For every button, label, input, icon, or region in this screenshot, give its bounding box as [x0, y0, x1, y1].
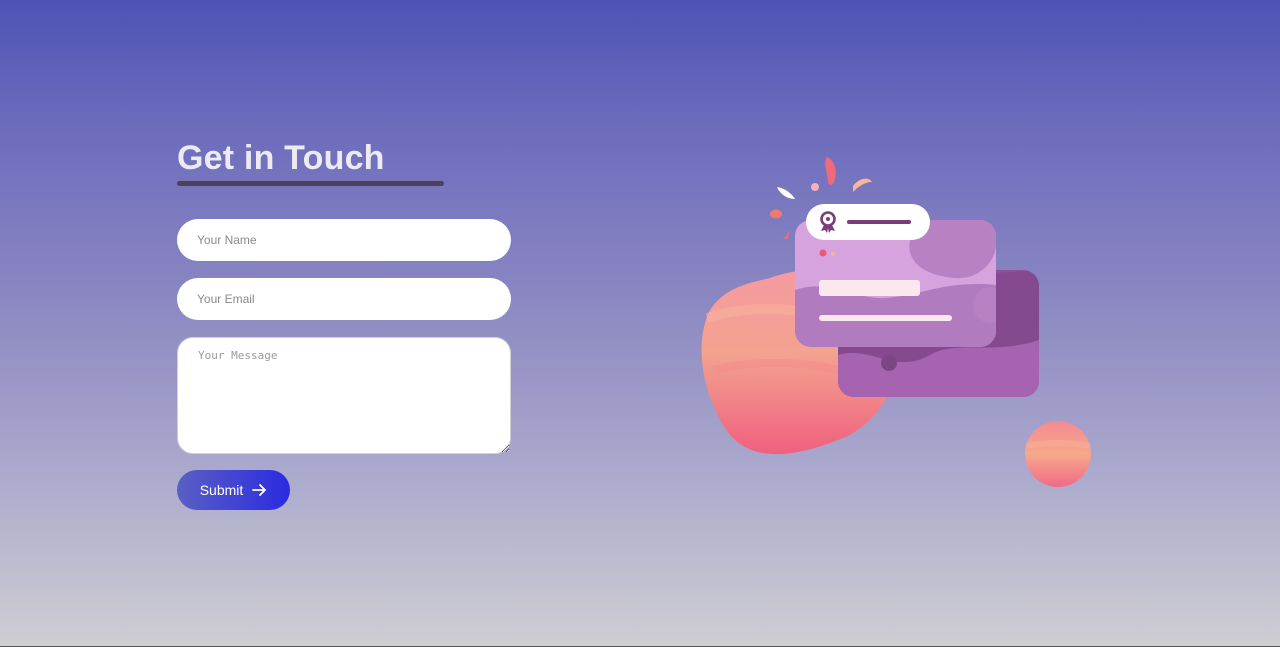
email-field[interactable] [177, 278, 511, 320]
arrow-right-icon [252, 483, 267, 497]
submit-button[interactable]: Submit [177, 470, 290, 510]
contact-illustration [695, 150, 1095, 495]
small-pink-blob [1025, 421, 1091, 487]
message-field[interactable] [177, 337, 511, 454]
award-badge [806, 204, 930, 240]
page-title: Get in Touch [177, 139, 385, 177]
submit-label: Submit [199, 482, 244, 498]
title-underline [177, 181, 444, 186]
name-field[interactable] [177, 219, 511, 261]
contact-form: Get in Touch Submit [177, 138, 511, 510]
